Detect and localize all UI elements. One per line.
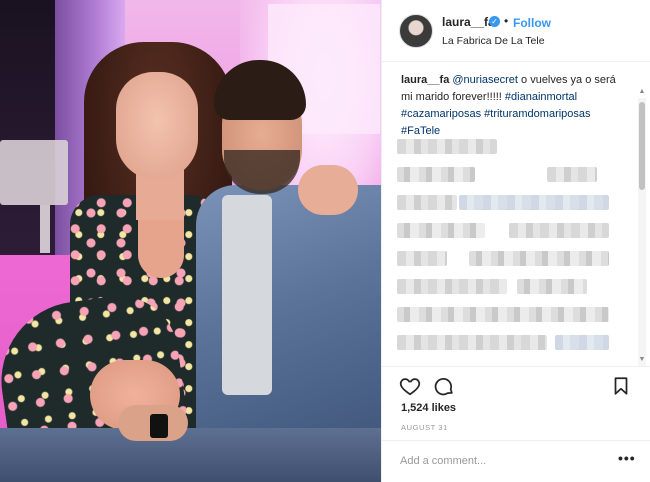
blurred-text xyxy=(397,335,547,350)
scroll-down-arrow-icon[interactable]: ▼ xyxy=(638,356,646,366)
blurred-text xyxy=(459,195,609,210)
blurred-text xyxy=(397,167,475,182)
blurred-comment xyxy=(397,304,627,326)
blurred-comment xyxy=(397,192,627,214)
blurred-comments-list xyxy=(397,136,627,364)
background-foosball-table xyxy=(0,140,68,205)
blurred-text xyxy=(397,307,609,322)
blurred-text xyxy=(397,251,447,266)
blurred-text xyxy=(397,223,485,238)
separator-dot: • xyxy=(504,14,509,28)
avatar[interactable] xyxy=(399,14,433,48)
phone xyxy=(150,414,168,438)
heart-icon[interactable] xyxy=(399,375,421,397)
username-link[interactable]: laura__fa xyxy=(442,15,495,29)
man-shirt xyxy=(222,195,272,395)
bookmark-icon[interactable] xyxy=(610,375,632,397)
verified-badge-icon: ✓ xyxy=(489,16,500,27)
blurred-text xyxy=(547,167,597,182)
scrollbar-thumb[interactable] xyxy=(639,102,645,190)
blurred-text xyxy=(469,251,609,266)
mention-link[interactable]: @nuriasecret xyxy=(452,74,518,86)
location-link[interactable]: La Fabrica De La Tele xyxy=(442,35,545,47)
blurred-text xyxy=(397,195,457,210)
woman-hand-on-shoulder xyxy=(298,165,358,215)
comment-icon[interactable] xyxy=(433,375,455,397)
post-header: laura__fa ✓ • Follow La Fabrica De La Te… xyxy=(382,0,650,62)
woman-face xyxy=(116,72,198,180)
comment-bar: ••• xyxy=(382,440,650,482)
follow-button[interactable]: Follow xyxy=(513,16,551,30)
scroll-up-arrow-icon[interactable]: ▲ xyxy=(638,88,646,98)
hashtag-link[interactable]: #dianainmortal xyxy=(505,91,577,103)
more-options-icon[interactable]: ••• xyxy=(618,450,636,466)
likes-count[interactable]: 1,524 likes xyxy=(401,402,456,414)
blurred-comment xyxy=(397,248,627,270)
blurred-text xyxy=(517,279,587,294)
caption-username-link[interactable]: laura__fa xyxy=(401,74,449,86)
blurred-text xyxy=(555,335,609,350)
blurred-text xyxy=(397,279,507,294)
blurred-text xyxy=(509,223,609,238)
blurred-comment xyxy=(397,220,627,242)
post-photo[interactable] xyxy=(0,0,381,482)
blurred-comment xyxy=(397,136,627,158)
hashtag-link[interactable]: #trituramdomariposas xyxy=(484,108,590,120)
blurred-text xyxy=(397,139,497,154)
blurred-comment xyxy=(397,164,627,186)
man-jeans xyxy=(0,428,381,482)
post-date: AUGUST 31 xyxy=(401,423,448,432)
action-bar xyxy=(382,366,650,404)
blurred-comment xyxy=(397,276,627,298)
post-caption: laura__fa @nuriasecret o vuelves ya o se… xyxy=(401,72,629,140)
comment-input[interactable] xyxy=(400,451,600,471)
background-table-leg xyxy=(40,205,50,253)
blurred-comment xyxy=(397,332,627,354)
hashtag-link[interactable]: #cazamariposas xyxy=(401,108,481,120)
comments-scrollbar[interactable] xyxy=(638,98,646,366)
post-info-panel: laura__fa ✓ • Follow La Fabrica De La Te… xyxy=(381,0,650,482)
